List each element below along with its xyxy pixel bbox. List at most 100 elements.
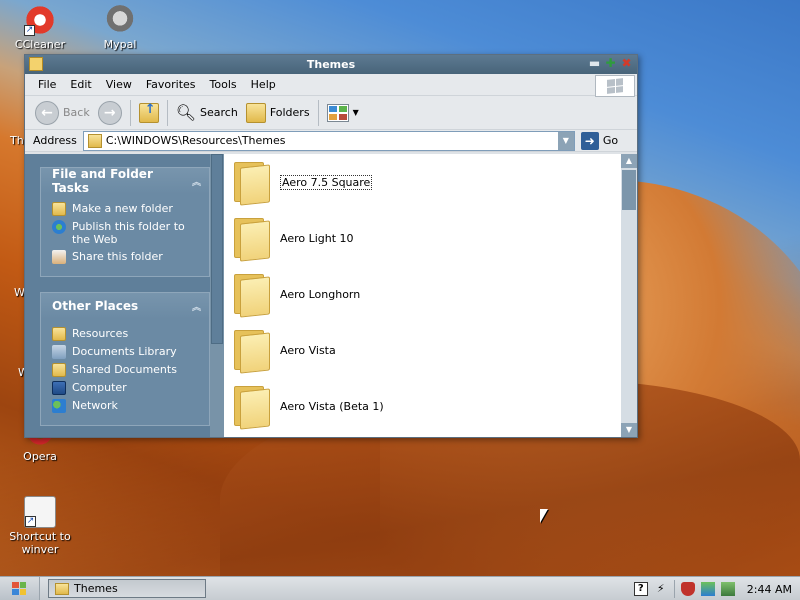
minimize-button[interactable]: ▬ [588, 57, 601, 70]
file-list-scrollbar[interactable]: ▲ ▼ [621, 154, 637, 437]
taskbar-button-label: Themes [74, 582, 118, 595]
folder-icon [230, 272, 274, 318]
task-pane-scrollbar[interactable] [210, 154, 224, 437]
network-icon [52, 399, 66, 413]
publish-folder-link[interactable]: Publish this folder to the Web [52, 220, 201, 246]
folder-icon [230, 328, 274, 374]
folder-icon [230, 384, 274, 430]
link-label: Publish this folder to the Web [72, 220, 185, 246]
maximize-button[interactable]: ✚ [604, 57, 617, 70]
place-documents-library-link[interactable]: Documents Library [52, 345, 201, 359]
back-label: Back [63, 106, 90, 119]
panel-header[interactable]: Other Places ︽ [41, 293, 209, 319]
link-label: Computer [72, 381, 127, 394]
views-icon [326, 103, 349, 122]
desktop-icon-label: Mypal [103, 38, 137, 51]
link-label: Make a new folder [72, 202, 173, 215]
globe-icon [52, 220, 66, 234]
list-item[interactable]: Aero Vista (Beta 1) [230, 382, 384, 430]
place-computer-link[interactable]: Computer [52, 381, 201, 395]
help-icon[interactable]: ? [633, 582, 648, 596]
taskbar-button-themes[interactable]: Themes [48, 579, 206, 598]
tray-separator [673, 580, 675, 598]
scrollbar-thumb[interactable] [211, 154, 223, 344]
windows-logo-icon [595, 75, 635, 97]
desktop-icon-mypal[interactable]: Mypal [84, 4, 156, 51]
scroll-up-button[interactable]: ▲ [621, 154, 637, 168]
library-icon [52, 345, 66, 359]
make-new-folder-link[interactable]: Make a new folder [52, 202, 201, 216]
desktop-icon-ccleaner[interactable]: ↗ CCleaner [4, 4, 76, 51]
views-button[interactable]: ▼ [323, 99, 363, 127]
address-dropdown-button[interactable]: ▼ [557, 131, 574, 150]
folder-icon [230, 160, 274, 206]
go-button[interactable]: ➜ Go [580, 131, 618, 150]
desktop-icon-label: winver [21, 543, 59, 556]
folders-button[interactable]: Folders [242, 99, 314, 127]
address-input[interactable]: C:\WINDOWS\Resources\Themes ▼ [82, 130, 575, 151]
scrollbar-thumb[interactable] [622, 170, 636, 210]
search-button[interactable]: 🔍︎ Search [172, 99, 242, 127]
menu-favorites[interactable]: Favorites [139, 78, 203, 91]
link-label: Share this folder [72, 250, 163, 263]
file-name: Aero Longhorn [280, 287, 361, 301]
share-folder-link[interactable]: Share this folder [52, 250, 201, 264]
place-network-link[interactable]: Network [52, 399, 201, 413]
menu-bar: File Edit View Favorites Tools Help [25, 74, 637, 97]
file-name: Aero Vista [280, 343, 336, 357]
window-controls: ▬ ✚ ✖ [588, 57, 633, 70]
scroll-down-button[interactable]: ▼ [621, 423, 637, 437]
search-icon: 🔍︎ [175, 103, 197, 122]
title-bar[interactable]: Themes ▬ ✚ ✖ [25, 55, 637, 74]
panel-header[interactable]: File and Folder Tasks ︽ [41, 167, 209, 195]
close-button[interactable]: ✖ [620, 57, 633, 70]
folder-icon [55, 582, 69, 595]
list-item[interactable]: Aero 7.5 Square [230, 158, 373, 206]
new-folder-icon [52, 202, 66, 216]
menu-file[interactable]: File [31, 78, 63, 91]
desktop-icon-label: Shortcut to [9, 530, 71, 543]
file-name: Aero 7.5 Square [280, 174, 373, 190]
place-shared-documents-link[interactable]: Shared Documents [52, 363, 201, 377]
start-button[interactable] [0, 577, 40, 600]
usb-icon[interactable]: ⚡︎ [654, 582, 668, 596]
back-button[interactable]: ← Back [31, 99, 94, 127]
shortcut-arrow-icon: ↗ [24, 25, 35, 36]
address-bar: Address C:\WINDOWS\Resources\Themes ▼ ➜ … [25, 130, 637, 152]
desktop-partial-label: Th [10, 134, 24, 147]
place-resources-link[interactable]: Resources [52, 327, 201, 341]
desktop-icon-winver-shortcut[interactable]: ↗ Shortcut to winver [4, 496, 76, 556]
menu-help[interactable]: Help [244, 78, 283, 91]
window-title: Themes [306, 58, 356, 71]
system-tray: ? ⚡︎ 2:44 AM [633, 577, 800, 600]
link-label: Network [72, 399, 118, 412]
shield-icon[interactable] [680, 582, 695, 596]
safely-remove-icon[interactable] [720, 582, 735, 596]
menu-view[interactable]: View [99, 78, 139, 91]
folders-icon [245, 102, 266, 123]
ccleaner-icon: ↗ [24, 4, 56, 36]
address-label: Address [33, 134, 77, 147]
file-name: Aero Vista (Beta 1) [280, 399, 384, 413]
network-icon[interactable] [700, 582, 715, 596]
collapse-chevron-icon[interactable]: ︽ [192, 300, 201, 313]
toolbar: ← Back → ↑ 🔍︎ Search Folders ▼ [25, 96, 637, 130]
mypal-icon [104, 4, 136, 36]
list-item[interactable]: Aero Vista [230, 326, 336, 374]
menu-tools[interactable]: Tools [203, 78, 244, 91]
explorer-window: Themes ▬ ✚ ✖ File Edit View Favorites To… [24, 54, 638, 438]
link-label: Documents Library [72, 345, 177, 358]
desktop-icon-label: Opera [23, 450, 57, 463]
task-pane: File and Folder Tasks ︽ Make a new folde… [25, 154, 224, 437]
menu-edit[interactable]: Edit [63, 78, 98, 91]
folders-label: Folders [269, 106, 310, 119]
link-label: Shared Documents [72, 363, 177, 376]
up-folder-button[interactable]: ↑ [135, 99, 163, 127]
list-item[interactable]: Aero Longhorn [230, 270, 360, 318]
forward-button[interactable]: → [94, 99, 126, 127]
list-item[interactable]: Aero Light 10 [230, 214, 354, 262]
clock[interactable]: 2:44 AM [747, 583, 792, 596]
toolbar-separator [317, 99, 319, 126]
window-content: File and Folder Tasks ︽ Make a new folde… [25, 154, 637, 437]
collapse-chevron-icon[interactable]: ︽ [192, 175, 201, 188]
